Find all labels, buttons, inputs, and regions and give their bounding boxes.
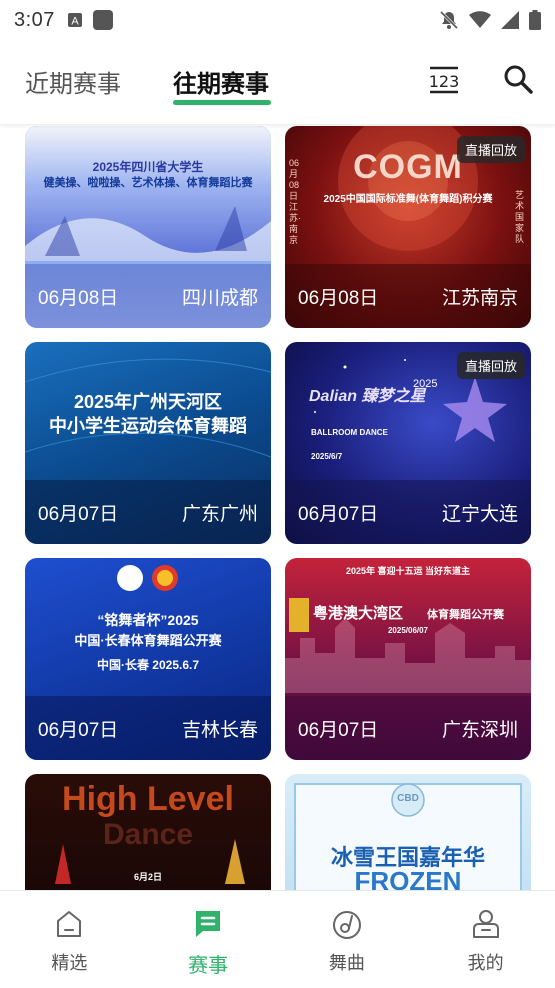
event-location: 辽宁大连 bbox=[441, 503, 518, 525]
nav-label: 舞曲 bbox=[328, 953, 365, 973]
poster-side-left: 06月08日 江苏·南京 bbox=[289, 158, 301, 245]
poster-title: “铭舞者杯”2025 bbox=[97, 612, 199, 628]
event-location: 四川成都 bbox=[181, 287, 258, 309]
poster-title: Dalian 臻梦之星 bbox=[309, 388, 426, 405]
events-grid: 2025年四川省大学生 健美操、啦啦操、艺术体操、体育舞蹈比赛 06月08日 四… bbox=[0, 124, 555, 890]
poster-year: 2025 bbox=[413, 378, 438, 390]
svg-text:123: 123 bbox=[429, 72, 460, 91]
nav-item-profile[interactable]: 我的 bbox=[416, 891, 555, 988]
card-footer: 06月07日 辽宁大连 bbox=[285, 480, 531, 544]
event-date: 06月07日 bbox=[38, 503, 119, 525]
poster-top: CBD bbox=[397, 793, 419, 804]
search-icon bbox=[504, 65, 533, 94]
poster-date: 2025/06/07 bbox=[387, 626, 429, 635]
event-date: 06月08日 bbox=[298, 287, 379, 309]
top-tab-bar: 近期赛事 往期赛事 123 bbox=[0, 40, 555, 124]
event-date: 06月08日 bbox=[38, 287, 119, 309]
poster-date: 中国·长春 2025.6.7 bbox=[96, 658, 200, 672]
event-card[interactable]: 2025年 喜迎十五运 当好东道主 粤港澳大湾区 体育舞蹈公开赛 2025/06… bbox=[285, 558, 531, 760]
poster-subtitle: Dance bbox=[102, 818, 194, 851]
card-footer: 06月07日 吉林长春 bbox=[25, 696, 271, 760]
poster-subtitle: 中国·长春体育舞蹈公开赛 bbox=[74, 633, 222, 648]
status-bar: 3:07 A bbox=[0, 0, 555, 40]
event-card[interactable]: High Level Dance 6月2日 bbox=[25, 774, 271, 890]
poster-date: 6月2日 bbox=[133, 872, 162, 882]
poster-subtitle: 健美操、啦啦操、艺术体操、体育舞蹈比赛 bbox=[43, 177, 253, 189]
event-poster-image bbox=[25, 126, 271, 261]
nav-item-music[interactable]: 舞曲 bbox=[278, 891, 417, 988]
nav-item-events[interactable]: 赛事 bbox=[139, 891, 278, 988]
event-card[interactable]: COGM 2025中国国际标准舞(体育舞蹈)积分赛 06月08日 江苏·南京 艺… bbox=[285, 126, 531, 328]
card-footer: 06月07日 广东广州 bbox=[25, 480, 271, 544]
signal-icon bbox=[501, 11, 519, 29]
profile-icon bbox=[472, 910, 499, 938]
event-date: 06月07日 bbox=[38, 719, 119, 741]
poster-subtitle: BALLROOM DANCE bbox=[311, 428, 388, 437]
event-card[interactable]: 2025年广州天河区 中小学生运动会体育舞蹈 06月07日 广东广州 bbox=[25, 342, 271, 544]
event-location: 吉林长春 bbox=[181, 719, 258, 741]
event-location: 江苏南京 bbox=[441, 287, 518, 309]
poster-subtitle: FROZEN bbox=[354, 866, 462, 890]
event-card[interactable]: “铭舞者杯”2025 中国·长春体育舞蹈公开赛 中国·长春 2025.6.7 0… bbox=[25, 558, 271, 760]
active-tab-indicator bbox=[173, 100, 271, 105]
replay-badge: 直播回放 bbox=[456, 136, 525, 163]
replay-badge: 直播回放 bbox=[456, 352, 525, 379]
poster-top: 2025年 喜迎十五运 当好东道主 bbox=[345, 566, 471, 576]
poster-date: 2025/6/7 bbox=[311, 452, 343, 461]
event-date: 06月07日 bbox=[298, 719, 379, 741]
event-date: 06月07日 bbox=[298, 503, 379, 525]
poster-title: High Level bbox=[62, 780, 234, 818]
status-time: 3:07 bbox=[14, 8, 55, 31]
home-icon bbox=[57, 911, 82, 937]
event-card[interactable]: Dalian 臻梦之星 2025 BALLROOM DANCE 2025/6/7… bbox=[285, 342, 531, 544]
mute-bell-icon bbox=[439, 10, 459, 30]
tab-upcoming-events[interactable]: 近期赛事 bbox=[25, 64, 121, 99]
nav-label: 精选 bbox=[51, 953, 88, 973]
square-notification-icon bbox=[92, 10, 113, 30]
nav-label: 我的 bbox=[467, 953, 504, 973]
a-badge-icon: A bbox=[67, 13, 82, 28]
card-footer: 06月08日 四川成都 bbox=[25, 264, 271, 328]
calendar-icon: 123 bbox=[429, 66, 460, 94]
nav-item-featured[interactable]: 精选 bbox=[0, 891, 139, 988]
music-icon bbox=[332, 911, 361, 939]
wifi-icon bbox=[469, 11, 491, 28]
poster-title: 2025年广州天河区 bbox=[73, 392, 223, 412]
poster-side-right: 艺术国家队 bbox=[515, 190, 525, 244]
card-footer: 06月07日 广东深圳 bbox=[285, 696, 531, 760]
battery-icon bbox=[529, 10, 541, 30]
poster-title: 2025年四川省大学生 bbox=[92, 160, 204, 174]
event-location: 广东广州 bbox=[181, 503, 258, 525]
poster-subtitle: 体育舞蹈公开赛 bbox=[427, 609, 504, 621]
search-button[interactable] bbox=[501, 62, 535, 96]
tab-past-events[interactable]: 往期赛事 bbox=[173, 64, 269, 99]
bottom-nav: 精选 赛事 舞曲 我的 bbox=[0, 890, 555, 988]
event-location: 广东深圳 bbox=[441, 719, 518, 741]
nav-label: 赛事 bbox=[188, 955, 229, 977]
event-card[interactable]: 2025年四川省大学生 健美操、啦啦操、艺术体操、体育舞蹈比赛 06月08日 四… bbox=[25, 126, 271, 328]
poster-subtitle: 2025中国国际标准舞(体育舞蹈)积分赛 bbox=[323, 194, 493, 205]
card-footer: 06月08日 江苏南京 bbox=[285, 264, 531, 328]
event-card[interactable]: CBD 冰雪王国嘉年华 FROZEN bbox=[285, 774, 531, 890]
svg-text:A: A bbox=[71, 16, 79, 28]
poster-subtitle: 中小学生运动会体育舞蹈 bbox=[49, 416, 247, 436]
calendar-button[interactable]: 123 bbox=[428, 64, 460, 96]
events-icon bbox=[196, 911, 221, 937]
